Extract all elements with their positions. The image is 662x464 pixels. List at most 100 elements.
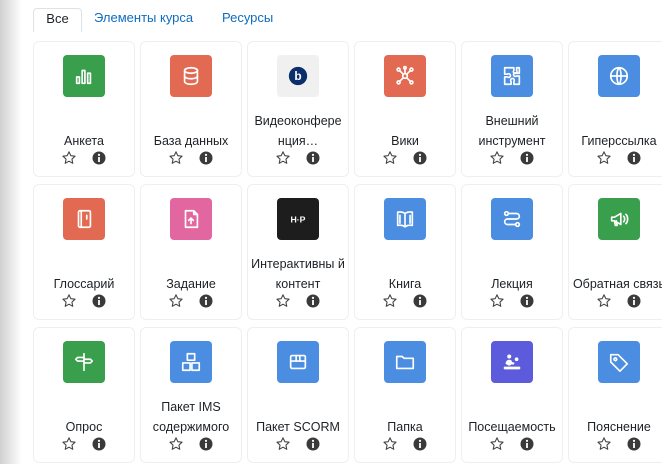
activity-card[interactable]: Обратная связь (568, 184, 662, 320)
activity-card[interactable]: Пояснение (568, 327, 662, 463)
wiki-network-icon (384, 55, 426, 97)
activity-card[interactable]: Книга (354, 184, 456, 320)
activity-card[interactable]: Внешний инструмент (461, 41, 563, 177)
file-upload-icon (170, 198, 212, 240)
star-icon[interactable] (61, 293, 77, 309)
star-icon[interactable] (489, 293, 505, 309)
activity-label: Пакет IMS содержимого (152, 400, 230, 434)
activity-card[interactable]: b Видеоконфере нция… (247, 41, 349, 177)
activity-actions (461, 433, 563, 455)
info-icon[interactable] (198, 150, 214, 166)
activity-actions (140, 147, 242, 169)
star-icon[interactable] (382, 150, 398, 166)
activity-label: Пояснение (587, 420, 651, 434)
activity-label: Видеоконфере нция… (254, 114, 342, 148)
activity-card[interactable]: Задание (140, 184, 242, 320)
star-icon[interactable] (275, 436, 291, 452)
activity-actions (140, 433, 242, 455)
activity-actions (247, 433, 349, 455)
activity-label: Задание (166, 277, 216, 291)
info-icon[interactable] (91, 293, 107, 309)
info-icon[interactable] (626, 150, 642, 166)
star-icon[interactable] (489, 150, 505, 166)
activity-card[interactable]: Пакет SCORM (247, 327, 349, 463)
star-icon[interactable] (61, 150, 77, 166)
database-icon (170, 55, 212, 97)
info-icon[interactable] (412, 293, 428, 309)
star-icon[interactable] (382, 436, 398, 452)
activity-actions (568, 433, 662, 455)
activity-card[interactable]: Вики (354, 41, 456, 177)
activity-actions (247, 290, 349, 312)
activity-label: Внешний инструмент (478, 114, 546, 148)
activity-label: База данных (153, 134, 229, 148)
tab-activities[interactable]: Элементы курса (94, 8, 193, 32)
info-icon[interactable] (91, 150, 107, 166)
activity-card[interactable]: H·P Интерактивны й контент (247, 184, 349, 320)
activity-label: Гиперссылка (581, 134, 657, 148)
tab-all[interactable]: Все (33, 8, 82, 33)
signpost-icon (63, 341, 105, 383)
activity-card[interactable]: Пакет IMS содержимого (140, 327, 242, 463)
activity-card[interactable]: Анкета (33, 41, 135, 177)
activity-card[interactable]: Опрос (33, 327, 135, 463)
activity-label: Опрос (65, 420, 103, 434)
info-icon[interactable] (519, 293, 535, 309)
activity-label: Папка (387, 420, 423, 434)
activity-card[interactable]: Лекция (461, 184, 563, 320)
star-icon[interactable] (168, 150, 184, 166)
activity-card[interactable]: Папка (354, 327, 456, 463)
info-icon[interactable] (305, 436, 321, 452)
activity-label: Посещаемость (468, 420, 556, 434)
activity-actions (461, 290, 563, 312)
info-icon[interactable] (519, 150, 535, 166)
bigbluebutton-icon: b (277, 55, 319, 97)
info-icon[interactable] (198, 436, 214, 452)
activity-label: Книга (388, 277, 422, 291)
h5p-icon: H·P (277, 198, 319, 240)
star-icon[interactable] (382, 293, 398, 309)
info-icon[interactable] (519, 436, 535, 452)
activity-card[interactable]: Глоссарий (33, 184, 135, 320)
activity-card[interactable]: Гиперссылка (568, 41, 662, 177)
activity-actions (33, 147, 135, 169)
activity-label: Интерактивны й контент (251, 257, 345, 291)
star-icon[interactable] (275, 293, 291, 309)
star-icon[interactable] (168, 293, 184, 309)
star-icon[interactable] (489, 436, 505, 452)
activity-actions (568, 290, 662, 312)
star-icon[interactable] (168, 436, 184, 452)
svg-text:H·P: H·P (291, 215, 306, 225)
star-icon[interactable] (275, 150, 291, 166)
activity-card[interactable]: База данных (140, 41, 242, 177)
info-icon[interactable] (198, 293, 214, 309)
activity-actions (354, 147, 456, 169)
activity-actions (140, 290, 242, 312)
modal-edge (0, 0, 22, 464)
activity-card[interactable]: Посещаемость (461, 327, 563, 463)
info-icon[interactable] (626, 293, 642, 309)
info-icon[interactable] (91, 436, 107, 452)
megaphone-icon (598, 198, 640, 240)
star-icon[interactable] (596, 150, 612, 166)
star-icon[interactable] (596, 436, 612, 452)
activity-label: Пакет SCORM (256, 420, 340, 434)
chooser-tabs: Все Элементы курса Ресурсы (0, 0, 662, 33)
book-icon (384, 198, 426, 240)
boxes-icon (170, 341, 212, 383)
folder-icon (384, 341, 426, 383)
tag-icon (598, 341, 640, 383)
info-icon[interactable] (626, 436, 642, 452)
activity-actions (461, 147, 563, 169)
info-icon[interactable] (412, 150, 428, 166)
star-icon[interactable] (61, 436, 77, 452)
activity-actions (33, 433, 135, 455)
chart-icon (63, 55, 105, 97)
info-icon[interactable] (305, 150, 321, 166)
activity-label: Обратная связь (572, 277, 662, 291)
star-icon[interactable] (596, 293, 612, 309)
info-icon[interactable] (412, 436, 428, 452)
activity-actions (354, 433, 456, 455)
info-icon[interactable] (305, 293, 321, 309)
tab-resources[interactable]: Ресурсы (222, 8, 273, 32)
